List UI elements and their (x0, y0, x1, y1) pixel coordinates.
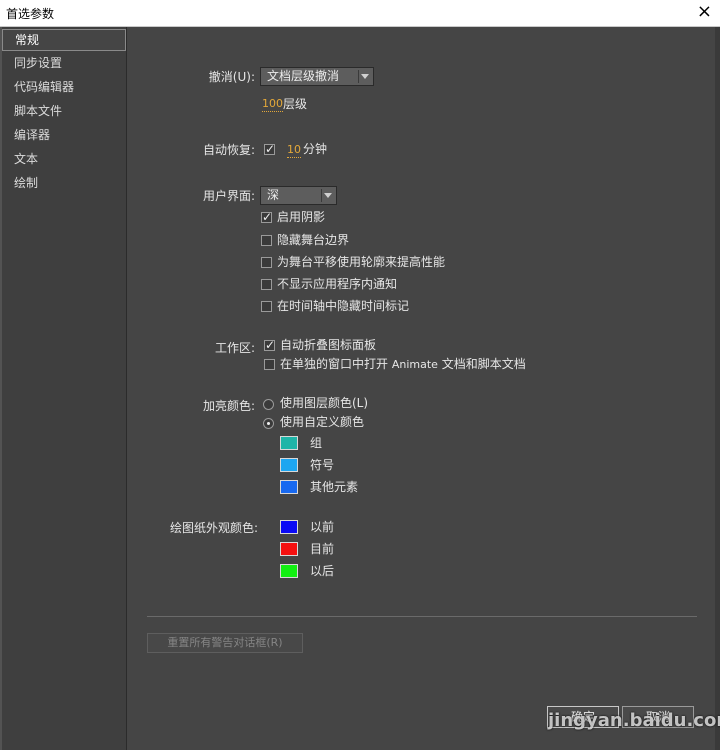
previous-color-swatch[interactable] (280, 520, 298, 534)
undo-dropdown-value: 文档层级撤消 (267, 69, 340, 83)
dropdown-separator (358, 70, 359, 83)
sidebar-item-compiler[interactable]: 编译器 (2, 123, 126, 147)
sidebar: 常规 同步设置 代码编辑器 脚本文件 编译器 文本 绘制 (2, 27, 127, 750)
sidebar-item-code-editor[interactable]: 代码编辑器 (2, 75, 126, 99)
undo-levels-value[interactable]: 100 (262, 97, 283, 112)
autorecover-minutes-suffix: 分钟 (303, 142, 328, 156)
window-title: 首选参数 (6, 7, 55, 21)
next-color-label: 以后 (310, 564, 335, 578)
chevron-down-icon (324, 193, 332, 198)
pan-outline-label: 为舞台平移使用轮廓来提高性能 (277, 255, 446, 269)
previous-color-label: 以前 (310, 520, 335, 534)
separate-window-label-tail: 文档和脚本文档 (441, 357, 526, 371)
hide-stage-border-label: 隐藏舞台边界 (277, 233, 350, 247)
dropdown-separator (321, 189, 322, 202)
next-color-swatch[interactable] (280, 564, 298, 578)
hide-notifications-checkbox[interactable] (261, 279, 272, 290)
ui-label: 用户界面: (202, 189, 255, 203)
separate-window-label-latin: Animate (391, 358, 438, 371)
auto-collapse-checkbox[interactable] (264, 338, 275, 352)
layer-color-radio[interactable] (263, 399, 274, 410)
window-edge (715, 27, 720, 750)
hide-time-markers-checkbox[interactable] (261, 301, 272, 312)
sidebar-item-text[interactable]: 文本 (2, 147, 126, 171)
autorecover-minutes-value[interactable]: 10 (287, 143, 301, 158)
sidebar-item-script-files[interactable]: 脚本文件 (2, 99, 126, 123)
custom-color-radio[interactable] (263, 418, 274, 429)
reset-warnings-button[interactable]: 重置所有警告对话框(R) (147, 633, 303, 653)
hide-time-markers-label: 在时间轴中隐藏时间标记 (277, 299, 410, 313)
sidebar-item-general[interactable]: 常规 (2, 29, 126, 51)
symbol-color-label: 符号 (310, 458, 335, 472)
sidebar-item-sync[interactable]: 同步设置 (2, 51, 126, 75)
separate-window-label-head: 在单独的窗口中打开 (280, 357, 389, 371)
autorecover-checkbox[interactable] (264, 142, 275, 156)
auto-collapse-label: 自动折叠图标面板 (280, 338, 377, 352)
other-elements-color-label: 其他元素 (310, 480, 359, 494)
layer-color-label: 使用图层颜色(L) (280, 396, 369, 410)
enable-shadow-checkbox[interactable] (261, 210, 272, 224)
sidebar-item-drawing[interactable]: 绘制 (2, 171, 126, 195)
undo-levels-suffix: 层级 (283, 97, 308, 111)
undo-dropdown[interactable]: 文档层级撤消 (260, 67, 374, 86)
watermark: jingyan.baidu.com (548, 710, 720, 731)
ui-theme-value: 深 (267, 188, 280, 202)
symbol-color-swatch[interactable] (280, 458, 298, 472)
undo-label: 撤消(U): (208, 70, 255, 84)
workspace-label: 工作区: (214, 341, 255, 355)
chevron-down-icon (361, 74, 369, 79)
custom-color-label: 使用自定义颜色 (280, 415, 365, 429)
hide-notifications-label: 不显示应用程序内通知 (277, 277, 398, 291)
current-color-swatch[interactable] (280, 542, 298, 556)
pan-outline-checkbox[interactable] (261, 257, 272, 268)
group-color-label: 组 (310, 436, 323, 450)
separate-window-label: 在单独的窗口中打开 Animate 文档和脚本文档 (280, 356, 526, 373)
other-elements-color-swatch[interactable] (280, 480, 298, 494)
section-divider (147, 616, 697, 617)
enable-shadow-label: 启用阴影 (277, 210, 326, 224)
highlight-label: 加亮颜色: (202, 399, 255, 413)
autorecover-label: 自动恢复: (202, 143, 255, 157)
hide-stage-border-checkbox[interactable] (261, 235, 272, 246)
title-bar: 首选参数 × (0, 0, 720, 27)
ui-theme-dropdown[interactable]: 深 (260, 186, 337, 205)
current-color-label: 目前 (310, 542, 335, 556)
onion-skin-label: 绘图纸外观颜色: (169, 521, 258, 535)
close-icon[interactable]: × (697, 2, 712, 22)
group-color-swatch[interactable] (280, 436, 298, 450)
separate-window-checkbox[interactable] (264, 359, 275, 370)
